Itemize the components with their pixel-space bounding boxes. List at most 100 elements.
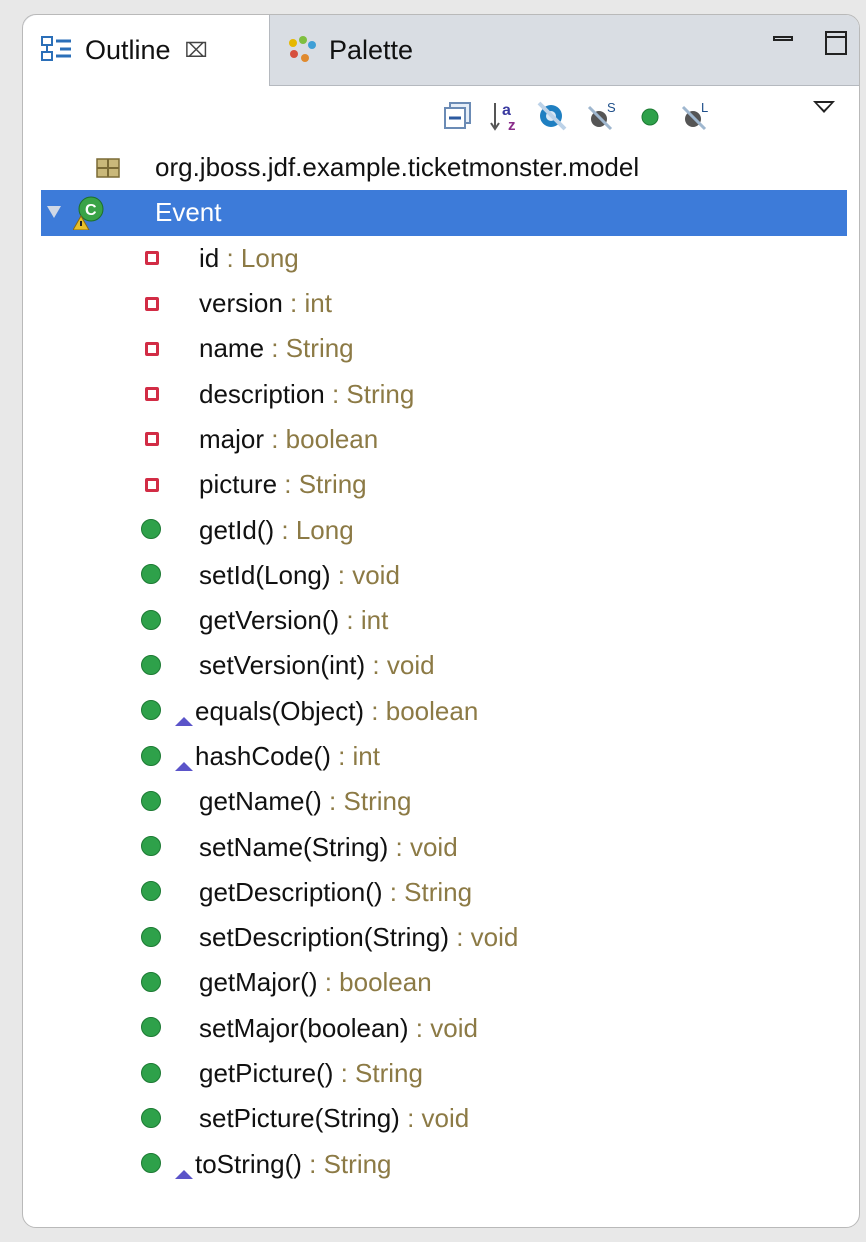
tree-member-row[interactable]: setName(String) : void: [23, 824, 859, 869]
tab-palette[interactable]: Palette: [283, 15, 483, 85]
member-name: major: [199, 423, 265, 454]
member-type: : Long: [219, 242, 299, 273]
tree-member-row[interactable]: getPicture() : String: [23, 1051, 859, 1096]
tree-member-row[interactable]: setMajor(boolean) : void: [23, 1006, 859, 1051]
member-label: setMajor(boolean) : void: [199, 1013, 478, 1044]
maximize-button[interactable]: [825, 31, 847, 55]
tree-member-row[interactable]: getMajor() : boolean: [23, 960, 859, 1005]
close-icon[interactable]: ⌧: [185, 38, 208, 63]
outline-icon: [39, 32, 77, 70]
expand-arrow-icon[interactable]: [47, 206, 61, 219]
tab-palette-label: Palette: [329, 34, 414, 65]
member-name: getVersion(): [199, 605, 340, 636]
tree-member-row[interactable]: id : Long: [23, 236, 859, 281]
member-label: picture : String: [199, 469, 367, 500]
collapse-all-icon[interactable]: [441, 99, 475, 133]
member-type: : void: [399, 1103, 470, 1134]
member-name: picture: [199, 469, 278, 500]
member-type: : void: [408, 1012, 478, 1043]
public-method-icon: [141, 700, 163, 722]
public-method-icon: [141, 1153, 163, 1175]
tree-member-row[interactable]: setPicture(String) : void: [23, 1096, 859, 1141]
hide-static-icon[interactable]: S: [585, 99, 619, 133]
minimize-button[interactable]: [773, 31, 795, 53]
tree-member-row[interactable]: setDescription(String) : void: [23, 915, 859, 960]
svg-text:z: z: [508, 117, 516, 133]
member-name: id: [199, 242, 220, 273]
tree-member-row[interactable]: setId(Long) : void: [23, 553, 859, 598]
member-type: : void: [448, 922, 519, 953]
member-name: setId(Long): [199, 559, 331, 590]
member-label: name : String: [199, 333, 354, 364]
member-type: : boolean: [264, 423, 379, 454]
public-method-icon: [141, 1017, 163, 1039]
public-method-icon: [141, 1107, 163, 1130]
outline-toolbar: a z S L: [23, 87, 859, 145]
member-label: version : int: [199, 288, 332, 319]
tree-member-row[interactable]: getDescription() : String: [23, 870, 859, 915]
hide-fields-icon[interactable]: [535, 99, 569, 133]
hide-non-public-icon[interactable]: [633, 99, 667, 133]
public-method-icon: [141, 654, 163, 677]
tree-member-row[interactable]: getVersion() : int: [23, 598, 859, 643]
member-label: setPicture(String) : void: [199, 1103, 469, 1134]
public-method-icon: [141, 1062, 163, 1085]
member-name: equals(Object): [195, 695, 365, 726]
public-method-icon: [141, 926, 163, 949]
private-field-icon: [141, 338, 163, 360]
member-label: equals(Object) : boolean: [195, 696, 478, 727]
outline-tree: org.jboss.jdf.example.ticketmonster.mode…: [23, 145, 859, 1187]
public-method-icon: [141, 836, 163, 858]
member-type: : void: [365, 650, 435, 681]
tree-package-row[interactable]: org.jboss.jdf.example.ticketmonster.mode…: [23, 145, 859, 190]
member-name: getPicture(): [199, 1058, 334, 1089]
hide-local-types-icon[interactable]: L: [679, 99, 713, 133]
public-method-icon: [141, 564, 163, 586]
tab-outline[interactable]: Outline ⌧: [23, 15, 270, 86]
member-name: getMajor(): [199, 967, 318, 998]
member-name: setPicture(String): [199, 1103, 400, 1134]
member-type: : String: [301, 1148, 392, 1179]
svg-text:S: S: [607, 100, 616, 115]
public-method-icon: [141, 971, 163, 994]
override-icon: [175, 716, 193, 726]
private-field-icon: [141, 247, 163, 269]
tree-member-row[interactable]: toString() : String: [23, 1142, 859, 1187]
member-label: getPicture() : String: [199, 1058, 423, 1089]
private-field-icon: [141, 428, 163, 450]
tree-member-row[interactable]: picture : String: [23, 462, 859, 507]
tree-class-row[interactable]: C Event: [41, 190, 847, 236]
member-type: : String: [277, 469, 367, 500]
member-type: : void: [388, 831, 458, 862]
outline-view: Outline ⌧ Palette a z S L org.jboss.jdf.…: [22, 14, 860, 1228]
member-type: : boolean: [317, 967, 432, 998]
member-label: getName() : String: [199, 786, 411, 817]
member-name: setVersion(int): [199, 650, 366, 681]
tree-member-row[interactable]: description : String: [23, 371, 859, 416]
member-type: : void: [330, 559, 400, 590]
member-label: setName(String) : void: [199, 832, 458, 863]
tree-member-row[interactable]: hashCode() : int: [23, 734, 859, 779]
override-icon: [175, 1169, 193, 1179]
public-method-icon: [141, 745, 163, 768]
tree-member-row[interactable]: version : int: [23, 281, 859, 326]
package-icon: [95, 155, 121, 181]
tree-member-row[interactable]: getId() : Long: [23, 507, 859, 552]
member-name: name: [199, 333, 265, 364]
member-type: : String: [321, 786, 412, 817]
private-field-icon: [141, 474, 163, 496]
public-method-icon: [141, 881, 163, 903]
palette-icon: [283, 31, 321, 69]
class-name: Event: [155, 197, 222, 228]
tree-member-row[interactable]: equals(Object) : boolean: [23, 689, 859, 734]
sort-alpha-icon[interactable]: a z: [489, 99, 523, 134]
tree-member-row[interactable]: major : boolean: [23, 417, 859, 462]
public-method-icon: [141, 519, 163, 541]
tree-member-row[interactable]: setVersion(int) : void: [23, 643, 859, 688]
tree-member-row[interactable]: getName() : String: [23, 779, 859, 824]
view-menu-icon[interactable]: [813, 101, 835, 113]
tree-member-row[interactable]: name : String: [23, 326, 859, 371]
member-name: setName(String): [199, 831, 389, 862]
tab-outline-label: Outline: [85, 35, 171, 65]
member-label: toString() : String: [195, 1149, 392, 1180]
